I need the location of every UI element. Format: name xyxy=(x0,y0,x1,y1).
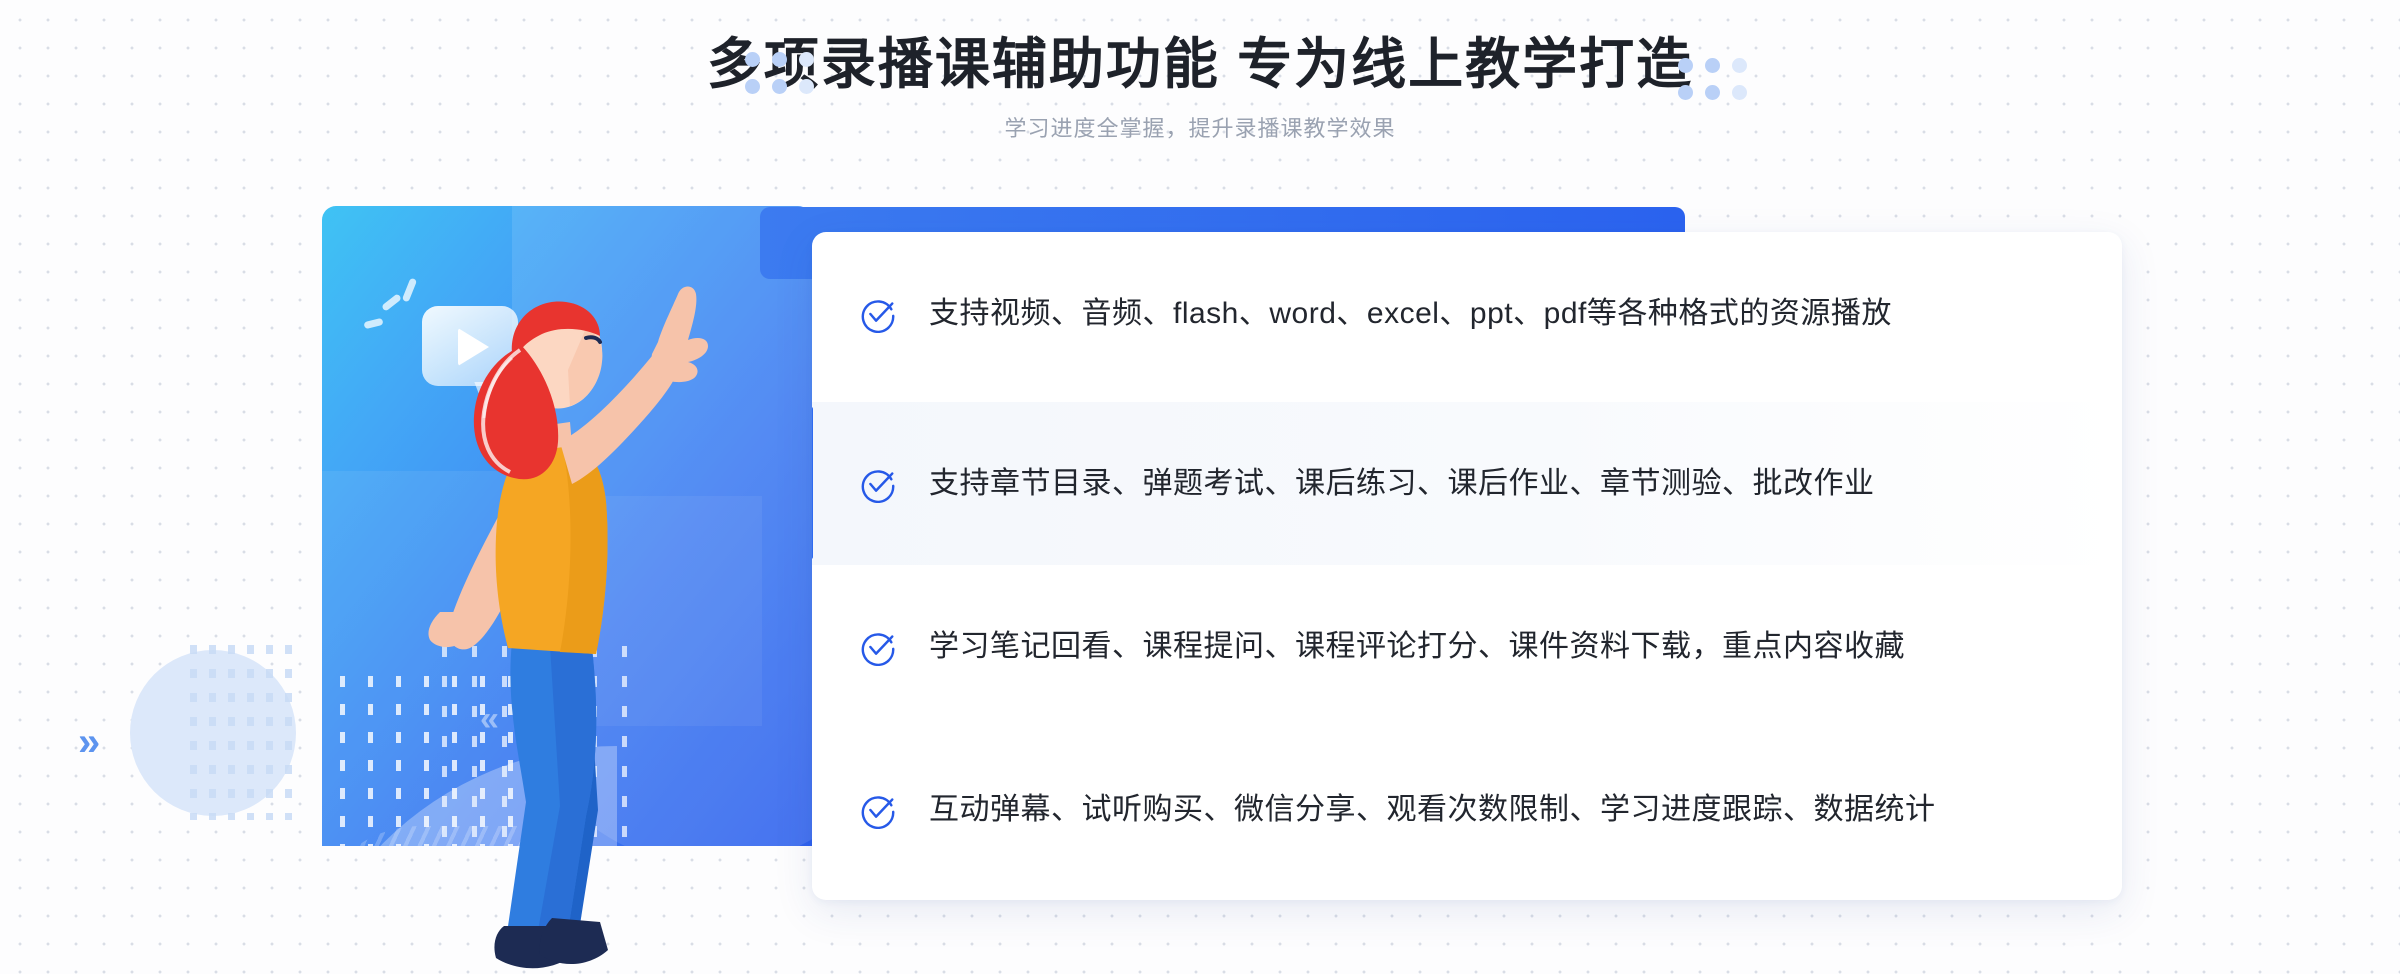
check-circle-icon xyxy=(861,469,895,503)
dot-grid-icon-right xyxy=(1678,58,1747,100)
feature-row-3[interactable]: 学习笔记回看、课程提问、课程评论打分、课件资料下载，重点内容收藏 xyxy=(812,565,2122,728)
check-circle-icon xyxy=(861,299,895,333)
spark-icon-2 xyxy=(381,293,402,312)
page-title: 多项录播课辅助功能 专为线上教学打造 xyxy=(706,33,1694,95)
feature-list-card: 支持视频、音频、flash、word、excel、ppt、pdf等各种格式的资源… xyxy=(812,232,2122,900)
person-illustration xyxy=(428,286,708,969)
decorative-circle-stripes xyxy=(190,645,300,820)
row-accent-bar xyxy=(812,407,813,559)
dot-grid-icon-left xyxy=(745,52,814,94)
spark-icon-3 xyxy=(363,317,384,330)
chevron-double-right-icon: » xyxy=(78,720,101,764)
page-header: 多项录播课辅助功能 专为线上教学打造 学习进度全掌握，提升录播课教学效果 xyxy=(0,0,2400,170)
check-circle-icon xyxy=(861,632,895,666)
feature-row-2[interactable]: 支持章节目录、弹题考试、课后练习、课后作业、章节测验、批改作业 xyxy=(812,402,2122,565)
page-root: 多项录播课辅助功能 专为线上教学打造 学习进度全掌握，提升录播课教学效果 » « xyxy=(0,0,2400,974)
check-circle-icon xyxy=(861,795,895,829)
feature-row-1[interactable]: 支持视频、音频、flash、word、excel、ppt、pdf等各种格式的资源… xyxy=(812,232,2122,395)
feature-label: 支持视频、音频、flash、word、excel、ppt、pdf等各种格式的资源… xyxy=(929,296,1892,330)
feature-label: 互动弹幕、试听购买、微信分享、观看次数限制、学习进度跟踪、数据统计 xyxy=(929,792,1936,826)
feature-row-4[interactable]: 互动弹幕、试听购买、微信分享、观看次数限制、学习进度跟踪、数据统计 xyxy=(812,728,2122,891)
page-subtitle: 学习进度全掌握，提升录播课教学效果 xyxy=(1004,116,1396,141)
feature-label: 学习笔记回看、课程提问、课程评论打分、课件资料下载，重点内容收藏 xyxy=(929,629,1905,663)
feature-label: 支持章节目录、弹题考试、课后练习、课后作业、章节测验、批改作业 xyxy=(929,466,1875,500)
